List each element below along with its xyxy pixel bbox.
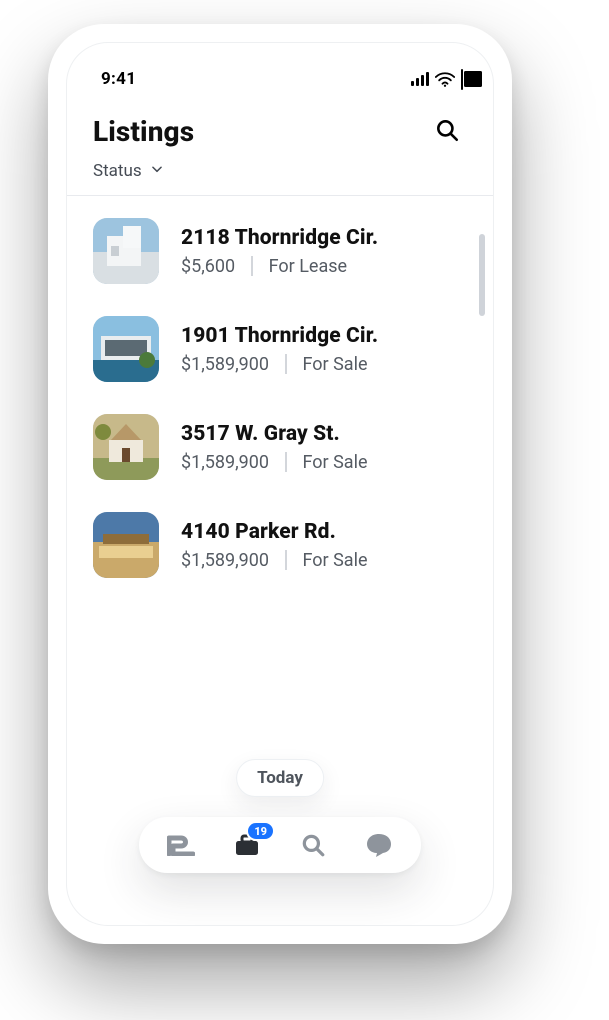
stage: 9:41 bbox=[0, 0, 609, 1020]
logo-icon bbox=[167, 834, 195, 856]
filters-bar: Status bbox=[67, 151, 493, 196]
floating-today-pill[interactable]: Today bbox=[236, 759, 324, 797]
listing-thumb bbox=[93, 414, 159, 480]
listing-status: For Sale bbox=[303, 452, 368, 473]
scrollbar[interactable] bbox=[479, 234, 485, 316]
listing-meta: 1901 Thornridge Cir. $1,589,900 For Sale bbox=[181, 324, 378, 375]
status-bar: 9:41 bbox=[67, 53, 493, 105]
chat-icon bbox=[365, 832, 393, 858]
listing-address: 1901 Thornridge Cir. bbox=[181, 324, 378, 348]
nav-badge: 19 bbox=[248, 823, 273, 839]
cellular-icon bbox=[411, 72, 429, 86]
nav-search[interactable] bbox=[297, 829, 329, 861]
status-icons bbox=[411, 70, 463, 89]
page-title: Listings bbox=[93, 115, 194, 148]
listing-row[interactable]: 1901 Thornridge Cir. $1,589,900 For Sale bbox=[67, 300, 493, 398]
search-button[interactable] bbox=[427, 111, 467, 151]
listing-address: 4140 Parker Rd. bbox=[181, 520, 368, 544]
listing-thumb bbox=[93, 316, 159, 382]
listing-status: For Lease bbox=[269, 256, 347, 277]
bottom-nav: 19 bbox=[139, 817, 421, 873]
wifi-icon bbox=[435, 72, 455, 87]
listing-meta: 4140 Parker Rd. $1,589,900 For Sale bbox=[181, 520, 368, 571]
search-icon bbox=[434, 117, 460, 146]
phone-frame: 9:41 bbox=[48, 24, 512, 944]
listing-meta: 3517 W. Gray St. $1,589,900 For Sale bbox=[181, 422, 368, 473]
divider bbox=[285, 452, 287, 472]
listing-meta: 2118 Thornridge Cir. $5,600 For Lease bbox=[181, 226, 378, 277]
listing-thumb bbox=[93, 218, 159, 284]
battery-icon bbox=[461, 70, 463, 89]
filter-status[interactable]: Status bbox=[93, 161, 164, 181]
listing-status: For Sale bbox=[303, 354, 368, 375]
listing-row[interactable]: 3517 W. Gray St. $1,589,900 For Sale bbox=[67, 398, 493, 496]
listing-price: $1,589,900 bbox=[181, 550, 269, 571]
listing-row[interactable]: 2118 Thornridge Cir. $5,600 For Lease bbox=[67, 202, 493, 300]
listing-address: 3517 W. Gray St. bbox=[181, 422, 368, 446]
screen: 9:41 bbox=[66, 42, 494, 926]
listing-price: $1,589,900 bbox=[181, 452, 269, 473]
divider bbox=[251, 256, 253, 276]
listing-address: 2118 Thornridge Cir. bbox=[181, 226, 378, 250]
nav-chat[interactable] bbox=[363, 829, 395, 861]
filter-status-label: Status bbox=[93, 161, 142, 181]
listing-row[interactable]: 4140 Parker Rd. $1,589,900 For Sale bbox=[67, 496, 493, 594]
listing-price: $5,600 bbox=[181, 256, 235, 277]
chevron-down-icon bbox=[150, 161, 164, 181]
search-icon bbox=[300, 832, 326, 858]
divider bbox=[285, 354, 287, 374]
divider bbox=[285, 550, 287, 570]
status-time: 9:41 bbox=[101, 69, 136, 89]
listing-thumb bbox=[93, 512, 159, 578]
nav-home[interactable] bbox=[165, 829, 197, 861]
header: Listings bbox=[67, 105, 493, 151]
nav-listings[interactable]: 19 bbox=[231, 829, 263, 861]
listing-status: For Sale bbox=[303, 550, 368, 571]
listing-list[interactable]: 2118 Thornridge Cir. $5,600 For Lease bbox=[67, 196, 493, 908]
listing-price: $1,589,900 bbox=[181, 354, 269, 375]
